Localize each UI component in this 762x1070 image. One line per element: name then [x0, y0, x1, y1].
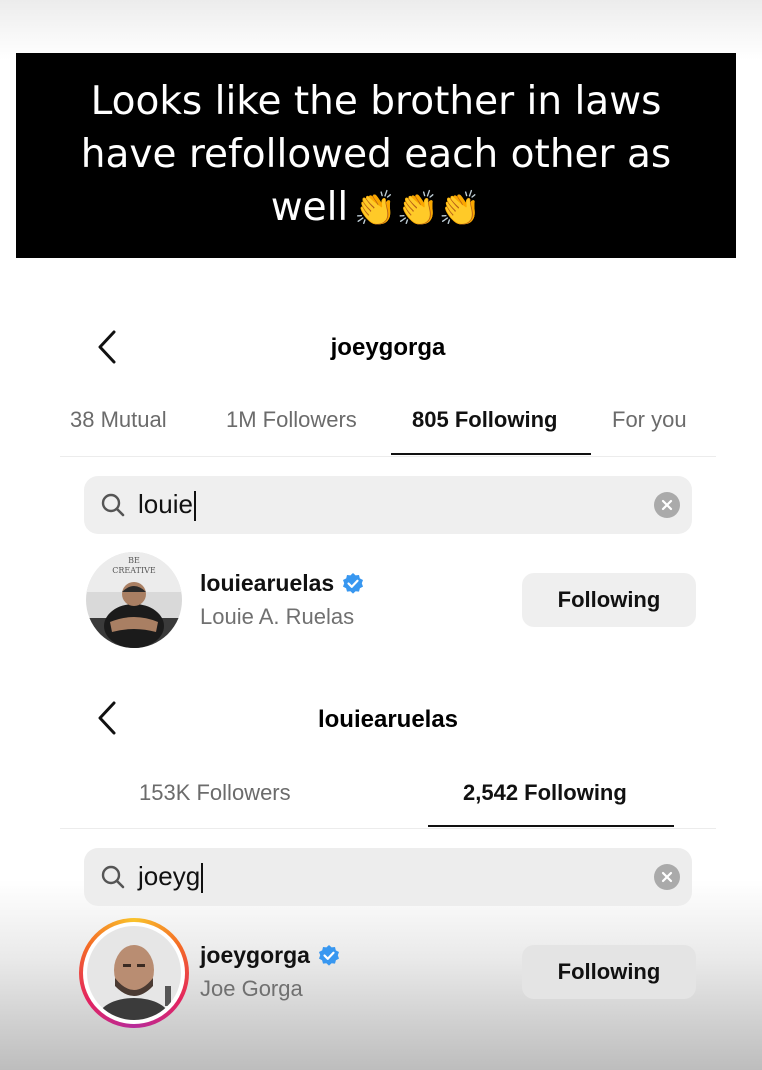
tab-for-you[interactable]: For you — [612, 407, 687, 433]
result-full-name: Louie A. Ruelas — [200, 604, 355, 629]
avatar — [87, 926, 181, 1020]
search-result-row[interactable]: joeygorga Joe Gorga Following — [60, 918, 716, 1028]
result-username[interactable]: joeygorga — [200, 942, 341, 969]
active-tab-indicator — [391, 453, 591, 455]
avatar[interactable]: BE CREATIVE — [86, 552, 182, 648]
clear-icon — [661, 871, 673, 883]
following-button[interactable]: Following — [522, 945, 696, 999]
avatar-logo-line-2: CREATIVE — [112, 566, 156, 575]
tab-following[interactable]: 805 Following — [412, 407, 557, 433]
search-input[interactable]: louie — [138, 488, 196, 522]
search-input-value: joeyg — [138, 860, 201, 891]
verified-badge-icon — [343, 572, 364, 594]
caption-line-2: have refollowed each other as — [80, 132, 672, 177]
clapping-hands-emoji: 👏👏👏 — [354, 189, 482, 229]
story-caption: Looks like the brother in laws have refo… — [16, 53, 736, 258]
avatar-logo-line-1: BE — [128, 556, 140, 565]
page-title: joeygorga — [330, 334, 446, 361]
clear-icon — [661, 499, 673, 511]
search-bar[interactable]: louie — [84, 476, 692, 534]
page-title: louiearuelas — [317, 706, 459, 733]
caption-line-3: well 👏👏👏 — [16, 181, 736, 236]
avatar-image: BE CREATIVE — [86, 552, 182, 648]
search-bar[interactable]: joeyg — [84, 848, 692, 906]
clear-search-button[interactable] — [654, 492, 680, 518]
tab-divider — [60, 456, 716, 457]
result-username[interactable]: louiearuelas — [200, 570, 365, 597]
search-icon — [101, 493, 125, 517]
active-tab-indicator — [428, 825, 674, 827]
result-username-text: joeygorga — [200, 942, 310, 968]
search-input[interactable]: joeyg — [138, 860, 204, 894]
text-caret — [201, 863, 204, 894]
avatar-image — [87, 926, 181, 1020]
following-button[interactable]: Following — [522, 573, 696, 627]
search-icon — [101, 865, 125, 889]
text-caret — [193, 491, 196, 522]
following-screen-joeygorga: joeygorga 38 Mutual 1M Followers 805 Fol… — [60, 300, 716, 670]
story-ring[interactable] — [79, 918, 189, 1028]
search-result-row[interactable]: BE CREATIVE louiearuelas Louie A. Ruelas… — [60, 550, 716, 650]
following-screen-louiearuelas: louiearuelas 153K Followers 2,542 Follow… — [60, 672, 716, 1044]
tab-mutual[interactable]: 38 Mutual — [70, 407, 167, 433]
story-ring-gap — [83, 922, 185, 1024]
clear-search-button[interactable] — [654, 864, 680, 890]
caption-line-1: Looks like the brother in laws — [90, 79, 662, 124]
tab-following[interactable]: 2,542 Following — [463, 780, 627, 806]
tab-followers[interactable]: 153K Followers — [139, 780, 291, 806]
verified-badge-icon — [318, 944, 339, 966]
result-username-text: louiearuelas — [200, 570, 335, 596]
tab-divider — [60, 828, 716, 829]
tab-followers[interactable]: 1M Followers — [226, 407, 357, 433]
result-full-name: Joe Gorga — [200, 976, 303, 1001]
search-input-value: louie — [138, 488, 193, 519]
caption-line-3-text: well — [270, 185, 349, 230]
